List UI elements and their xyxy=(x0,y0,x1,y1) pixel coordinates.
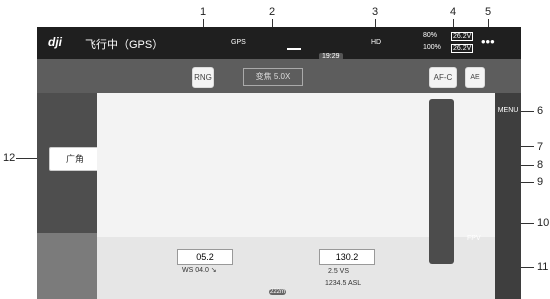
vs-readout: 2.5 VS xyxy=(328,268,350,275)
callout-5: 5 xyxy=(485,6,492,18)
right-panel xyxy=(495,93,521,299)
menu-button[interactable]: MENU xyxy=(495,101,521,121)
callout-2: 2 xyxy=(269,6,276,18)
gps-label: GPS xyxy=(231,39,246,46)
callout-1: 1 xyxy=(200,6,207,18)
callout-6: 6 xyxy=(537,105,544,117)
focus-label: AF-C xyxy=(433,73,453,82)
dji-logo: dji xyxy=(48,35,62,49)
callout-3: 3 xyxy=(372,6,379,18)
app-screen: dji 飞行中（GPS） GPS HD 80% 100% 26.2V 26.2V… xyxy=(37,27,521,299)
callout-8: 8 xyxy=(537,159,544,171)
hd-label: HD xyxy=(371,39,382,46)
ae-lock-button[interactable]: AE xyxy=(465,67,485,88)
speed-readout: 05.2 xyxy=(177,249,233,265)
battery-percent: 80% xyxy=(423,32,438,39)
voltage-2: 26.2V xyxy=(451,44,474,53)
zoom-indicator: 变焦 5.0X xyxy=(243,68,303,86)
asl-readout: 1234.5 ASL xyxy=(325,280,362,287)
zoom-slider[interactable] xyxy=(429,99,454,264)
hd-signal-icon xyxy=(287,38,301,50)
focus-mode-button[interactable]: AF-C xyxy=(429,67,457,88)
toolbar: RNG 变焦 5.0X AF-C AE xyxy=(37,59,521,93)
voltage-1: 26.2V xyxy=(451,32,474,41)
figure-canvas: 1 2 3 4 5 6 7 8 9 10 11 12 dji 飞行中（GPS） … xyxy=(0,0,550,299)
alt-readout: 130.2 xyxy=(319,249,375,265)
callout-4: 4 xyxy=(450,6,457,18)
callout-12: 12 xyxy=(3,152,16,164)
rng-label: RNG xyxy=(194,73,212,82)
zoom-label: 变焦 5.0X xyxy=(255,72,291,81)
callout-7: 7 xyxy=(537,141,544,153)
rng-button[interactable]: RNG xyxy=(192,67,214,88)
wind-readout: WS 04.0 ↘ xyxy=(182,267,217,274)
fpv-label: FPV xyxy=(467,235,481,242)
alt-value: 130.2 xyxy=(335,252,359,262)
callout-11: 11 xyxy=(537,261,549,273)
flight-status[interactable]: 飞行中（GPS） xyxy=(85,36,163,52)
more-button[interactable]: ••• xyxy=(481,34,495,49)
speed-value: 05.2 xyxy=(196,252,214,262)
left-panel: 广角 xyxy=(37,93,101,233)
distance-readout: 222m xyxy=(269,289,287,295)
top-status-bar: dji 飞行中（GPS） GPS HD 80% 100% 26.2V 26.2V… xyxy=(37,27,521,60)
callout-10: 10 xyxy=(537,217,550,229)
remote-percent: 100% xyxy=(423,44,441,51)
menu-label: MENU xyxy=(497,107,519,114)
wide-label: 广角 xyxy=(65,154,84,164)
wide-button[interactable]: 广角 xyxy=(49,147,101,171)
ae-label: AE xyxy=(470,74,480,81)
callout-9: 9 xyxy=(537,176,544,188)
